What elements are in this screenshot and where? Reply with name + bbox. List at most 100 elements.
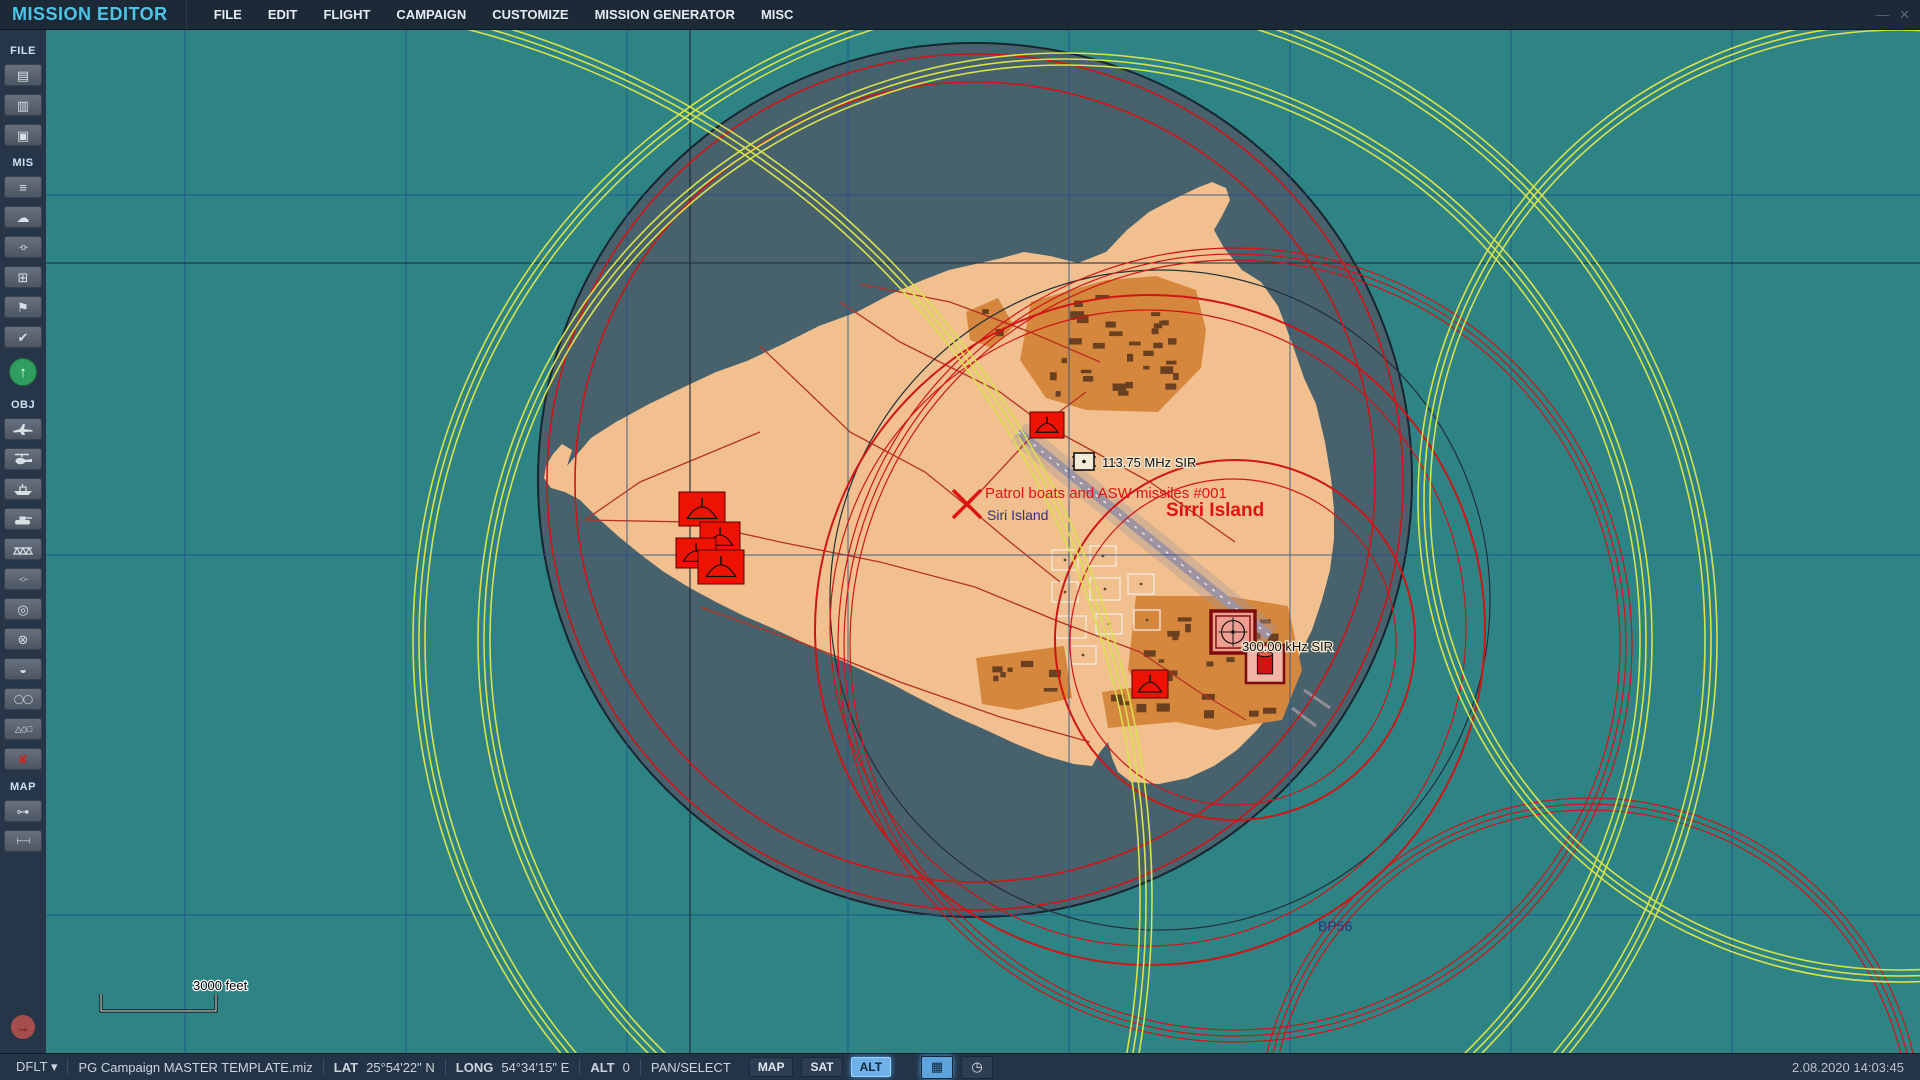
cursor-mode: PAN/SELECT [651,1060,731,1075]
chevron-down-icon: ▾ [51,1059,58,1074]
building [1125,382,1133,388]
yellow-threat-ring [1430,30,1920,970]
separator [579,1059,580,1075]
menu-mission-generator[interactable]: MISSION GENERATOR [582,0,748,29]
tool-add-static-object[interactable]: -○- [4,568,42,590]
add-farp-icon: ◒ [19,663,27,676]
menu-flight[interactable]: FLIGHT [310,0,383,29]
distance-tool-icon: ⊢⊣ [16,837,30,846]
building-dot [1064,559,1067,562]
building [1207,661,1214,666]
section-label-file: FILE [10,45,36,57]
building [1069,338,1082,344]
tool-mission-check[interactable]: ✔ [4,326,42,348]
building [1159,321,1168,325]
beacon-label: 113.75 MHz SIR [1102,455,1196,470]
tool-add-farp[interactable]: ◒ [4,658,42,680]
tool-briefing[interactable]: ≡ [4,176,42,198]
window-controls: — ✕ [1876,7,1920,23]
building [992,666,1002,672]
red-threat-ring [1258,798,1920,1053]
unit-bunker[interactable] [1030,412,1064,438]
menu-file[interactable]: FILE [201,0,255,29]
helicopter-icon [11,452,35,466]
menu-edit[interactable]: EDIT [255,0,311,29]
bridge-icon [11,542,35,556]
tool-add-airplane[interactable] [4,418,42,440]
tool-distance-tool[interactable]: ⊢⊣ [4,830,42,852]
tool-trigger-zones[interactable]: ⊞ [4,266,42,288]
building [1129,342,1141,346]
unit-bunker[interactable] [698,550,744,584]
tool-add-template[interactable]: ◎ [4,598,42,620]
building [1083,376,1093,382]
altitude-readout: ALT0 [590,1060,630,1075]
sat-view-button[interactable]: SAT [801,1057,842,1077]
separator [445,1059,446,1075]
tool-map-options[interactable]: ⊶ [4,800,42,822]
map-view-button[interactable]: MAP [749,1057,794,1077]
tool-save-mission[interactable]: ▣ [4,124,42,146]
scale-bracket [101,994,216,1011]
menu-customize[interactable]: CUSTOMIZE [479,0,581,29]
tool-add-ship[interactable] [4,478,42,500]
building [1165,384,1176,390]
tool-weather[interactable]: ☁ [4,206,42,228]
weather-icon: ☁ [17,211,30,224]
tool-add-train[interactable] [4,538,42,560]
tool-add-helicopter[interactable] [4,448,42,470]
clock-icon: ◷ [971,1059,982,1075]
menu-campaign[interactable]: CAMPAIGN [383,0,479,29]
building [1185,624,1191,632]
airplane-icon [11,422,35,436]
vor-beacon-icon[interactable] [1072,453,1096,470]
minimize-button[interactable]: — [1876,7,1889,23]
building [1160,366,1173,374]
tool-add-vehicle[interactable] [4,508,42,530]
delete-object-icon: ✘ [18,753,29,766]
add-template-icon: ◎ [17,603,28,616]
unit-bunker[interactable] [679,492,725,526]
trigger-zones-icon: ⊞ [18,271,29,284]
tool-spawn-point[interactable]: ↑ [9,358,37,386]
tool-new-mission[interactable]: ▤ [4,64,42,86]
building [1153,343,1163,349]
tool-triggers[interactable]: -o- [4,236,42,258]
add-group-icon: ◯◯ [14,695,32,704]
scale-label: 3000 feet [193,978,248,993]
tool-delete-object[interactable]: ✘ [4,748,42,770]
mission-time-button[interactable]: ◷ [961,1056,993,1079]
building-dot [1082,654,1085,657]
status-bar: DFLT ▾ PG Campaign MASTER TEMPLATE.miz L… [0,1053,1920,1080]
building-dot [1104,588,1107,591]
new-mission-icon: ▤ [17,69,29,82]
layer-selector[interactable]: DFLT ▾ [0,1059,57,1075]
mission-check-icon: ✔ [18,331,29,344]
exit-icon: → [17,1020,30,1035]
map-canvas[interactable]: 113.75 MHz SIR300.00 kHz SIRPatrol boats… [46,30,1920,1053]
close-button[interactable]: ✕ [1899,7,1910,23]
yellow-threat-ring [1424,30,1920,976]
unit-bunker[interactable] [1132,670,1168,698]
exit-editor-button[interactable]: → [11,1015,35,1039]
building [1050,372,1057,380]
tool-add-effect[interactable]: ⊗ [4,628,42,650]
draw-shapes-icon: △◇□ [15,725,31,734]
tool-draw-shapes[interactable]: △◇□ [4,718,42,740]
tool-flags[interactable]: ⚑ [4,296,42,318]
building-dot [1146,619,1149,622]
menu-misc[interactable]: MISC [748,0,807,29]
building [1204,710,1214,718]
app-title: MISSION EDITOR [0,4,186,25]
show-units-toggle[interactable]: ▦ [921,1056,953,1079]
building [1118,391,1128,396]
separator [640,1059,641,1075]
alt-view-button[interactable]: ALT [851,1057,891,1077]
building [1226,657,1234,662]
building [993,676,998,682]
tool-open-mission[interactable]: ▥ [4,94,42,116]
tool-add-group[interactable]: ◯◯ [4,688,42,710]
open-mission-icon: ▥ [17,99,29,112]
save-mission-icon: ▣ [17,129,29,142]
building [1127,354,1133,362]
